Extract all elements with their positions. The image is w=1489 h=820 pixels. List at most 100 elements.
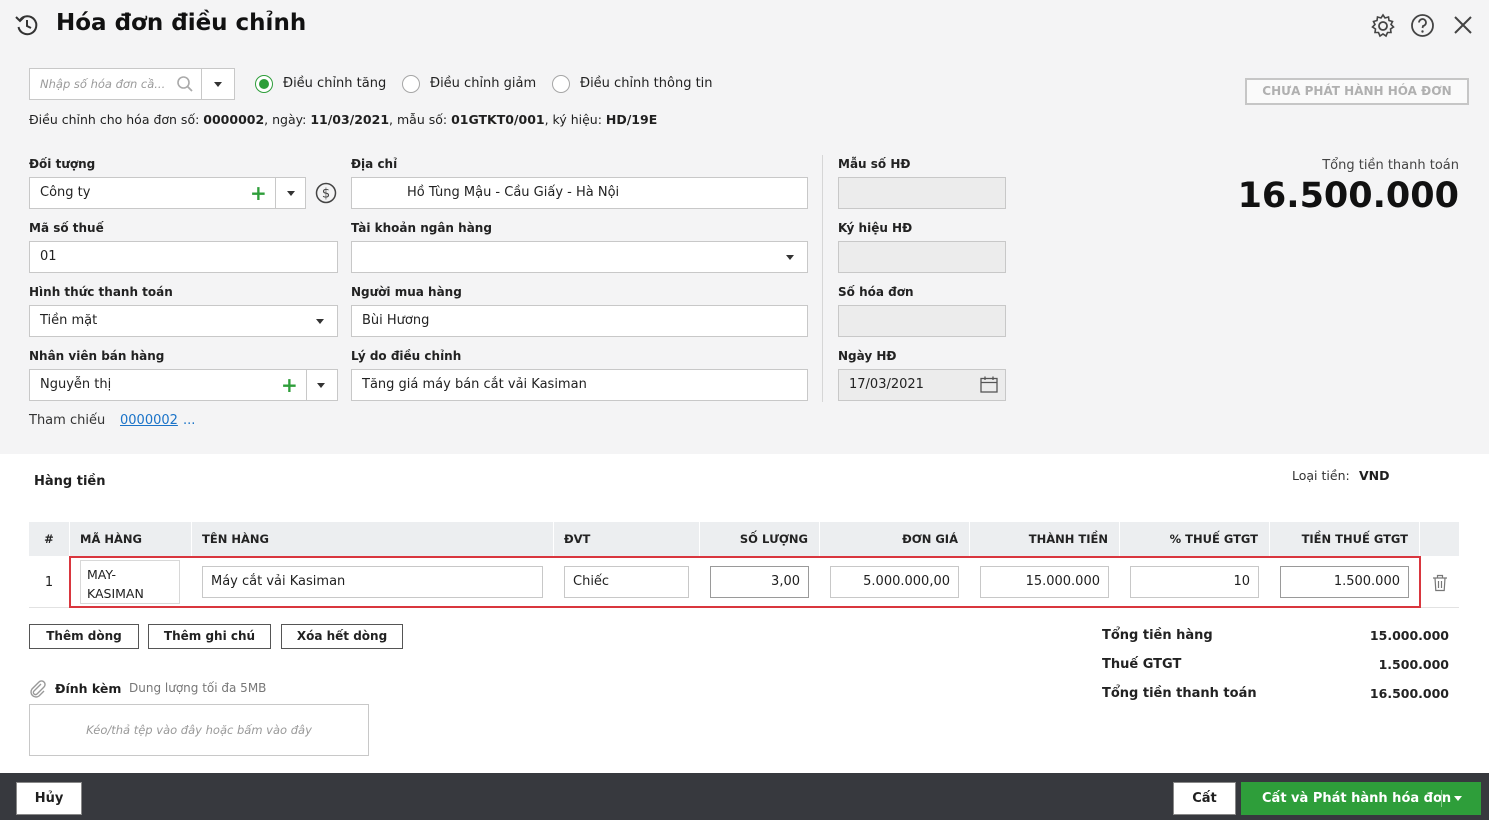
invoice-status-button[interactable]: CHƯA PHÁT HÀNH HÓA ĐƠN xyxy=(1245,78,1469,105)
col-header-name: TÊN HÀNG xyxy=(192,522,552,556)
col-sep xyxy=(819,522,820,556)
col-sep xyxy=(69,522,70,556)
attachment-label: Đính kèm xyxy=(55,681,122,696)
col-header-amount: THÀNH TIỀN xyxy=(970,522,1118,556)
add-note-button[interactable]: Thêm ghi chú xyxy=(148,624,271,649)
invoice-search-input[interactable]: Nhập số hóa đơn cầ... xyxy=(29,68,235,100)
radio-label-decrease: Điều chỉnh giảm xyxy=(430,76,537,91)
col-sep xyxy=(553,522,554,556)
radio-adjust-increase[interactable] xyxy=(255,75,273,93)
ly-do-value: Tăng giá máy bán cắt vải Kasiman xyxy=(362,377,587,392)
save-button[interactable]: Cất xyxy=(1173,782,1236,815)
column-divider xyxy=(822,155,823,402)
label-ma-so-thue: Mã số thuế xyxy=(29,221,104,235)
label-ngay-hd: Ngày HĐ xyxy=(838,349,897,363)
ma-so-thue-value: 01 xyxy=(40,249,57,264)
label-nguoi-mua: Người mua hàng xyxy=(351,285,462,299)
search-divider xyxy=(201,69,202,99)
col-sep xyxy=(191,522,192,556)
nguoi-mua-value: Bùi Hương xyxy=(362,313,430,328)
summary-value-goods: 15.000.000 xyxy=(1369,628,1449,643)
doi-tuong-divider xyxy=(275,178,276,208)
label-tham-chieu: Tham chiếu xyxy=(29,413,106,428)
doi-tuong-value: Công ty xyxy=(40,185,91,200)
adjust-date-label: , ngày: xyxy=(264,112,311,127)
radio-label-increase: Điều chỉnh tăng xyxy=(283,76,387,91)
chevron-down-icon[interactable] xyxy=(214,82,222,87)
tham-chieu-more[interactable]: ... xyxy=(183,413,195,428)
radio-adjust-decrease[interactable] xyxy=(402,75,420,93)
chevron-down-icon[interactable] xyxy=(1454,796,1462,801)
gear-icon[interactable] xyxy=(1370,13,1396,39)
dia-chi-value: Hồ Tùng Mậu - Cầu Giấy - Hà Nội xyxy=(407,185,620,200)
currency-icon[interactable]: $ xyxy=(315,182,337,204)
search-placeholder: Nhập số hóa đơn cầ... xyxy=(40,77,166,91)
total-payment-value: 16.500.000 xyxy=(1237,176,1459,216)
adjust-symbol-label: , ký hiệu: xyxy=(544,112,606,127)
chevron-down-icon[interactable] xyxy=(316,319,324,324)
mau-so-input xyxy=(838,177,1006,209)
label-mau-so: Mẫu số HĐ xyxy=(838,157,911,171)
split-divider xyxy=(1441,790,1442,807)
adjust-info-line: Điều chỉnh cho hóa đơn số: 0000002, ngày… xyxy=(29,112,657,127)
add-row-button[interactable]: Thêm dòng xyxy=(29,624,139,649)
col-header-qty: SỐ LƯỢNG xyxy=(700,522,818,556)
paperclip-icon xyxy=(30,680,46,698)
trash-icon[interactable] xyxy=(1432,574,1448,592)
summary-label-goods: Tổng tiền hàng xyxy=(1102,628,1213,643)
chevron-down-icon[interactable] xyxy=(317,383,325,388)
col-header-unit: ĐVT xyxy=(554,522,698,556)
chevron-down-icon[interactable] xyxy=(287,191,295,196)
adjust-template: 01GTKT0/001 xyxy=(451,112,545,127)
radio-adjust-info[interactable] xyxy=(552,75,570,93)
attachment-dropzone[interactable]: Kéo/thả tệp vào đây hoặc bấm vào đây xyxy=(29,704,369,756)
currency-label: Loại tiền: xyxy=(1292,468,1350,483)
col-sep xyxy=(1419,522,1420,556)
label-dia-chi: Địa chỉ xyxy=(351,157,398,171)
summary-label-total: Tổng tiền thanh toán xyxy=(1102,686,1257,701)
ngay-hd-value: 17/03/2021 xyxy=(849,377,924,392)
label-nhan-vien: Nhân viên bán hàng xyxy=(29,349,165,363)
label-so-hoa-don: Số hóa đơn xyxy=(838,285,914,299)
row-highlight-frame xyxy=(69,556,1421,608)
summary-value-total: 16.500.000 xyxy=(1369,686,1449,701)
search-icon[interactable] xyxy=(176,75,194,93)
nhan-vien-divider xyxy=(306,370,307,400)
radio-label-info: Điều chỉnh thông tin xyxy=(580,76,713,91)
hinh-thuc-select[interactable]: Tiền mặt xyxy=(29,305,338,337)
save-publish-label: Cất và Phát hành hóa đơn xyxy=(1262,791,1452,806)
currency-value: VND xyxy=(1359,468,1390,483)
label-hinh-thuc: Hình thức thanh toán xyxy=(29,285,173,299)
calendar-icon[interactable] xyxy=(980,376,998,393)
label-doi-tuong: Đối tượng xyxy=(29,157,96,171)
tai-khoan-select[interactable] xyxy=(351,241,808,273)
col-header-vat-pct: % THUẾ GTGT xyxy=(1120,522,1268,556)
adjust-symbol: HD/19E xyxy=(605,112,658,127)
adjust-date: 11/03/2021 xyxy=(310,112,390,127)
ly-do-input[interactable]: Tăng giá máy bán cắt vải Kasiman xyxy=(351,369,808,401)
adjust-invoice-no: 0000002 xyxy=(203,112,265,127)
cancel-button[interactable]: Hủy xyxy=(16,782,82,815)
adjust-info-prefix: Điều chỉnh cho hóa đơn số: xyxy=(29,112,204,127)
ky-hieu-input xyxy=(838,241,1006,273)
help-icon[interactable] xyxy=(1410,13,1435,38)
add-nhan-vien-icon[interactable]: + xyxy=(281,375,298,395)
save-publish-button[interactable]: Cất và Phát hành hóa đơn xyxy=(1241,782,1481,815)
so-hoa-don-input xyxy=(838,305,1006,337)
nguoi-mua-input[interactable]: Bùi Hương xyxy=(351,305,808,337)
add-doi-tuong-icon[interactable]: + xyxy=(250,183,267,203)
adjust-template-label: , mẫu số: xyxy=(389,112,452,127)
chevron-down-icon[interactable] xyxy=(786,255,794,260)
tham-chieu-link[interactable]: 0000002 xyxy=(120,413,178,428)
nhan-vien-value: Nguyễn thị xyxy=(40,377,112,392)
col-sep xyxy=(1119,522,1120,556)
col-header-vat-amount: TIỀN THUẾ GTGT xyxy=(1270,522,1418,556)
summary-label-vat: Thuế GTGT xyxy=(1102,657,1182,672)
col-sep xyxy=(1269,522,1270,556)
history-icon[interactable] xyxy=(14,12,40,38)
col-header-price: ĐƠN GIÁ xyxy=(820,522,968,556)
clear-rows-button[interactable]: Xóa hết dòng xyxy=(281,624,403,649)
close-icon[interactable] xyxy=(1452,14,1474,36)
dia-chi-input[interactable]: Hồ Tùng Mậu - Cầu Giấy - Hà Nội xyxy=(351,177,808,209)
ma-so-thue-input[interactable]: 01 xyxy=(29,241,338,273)
